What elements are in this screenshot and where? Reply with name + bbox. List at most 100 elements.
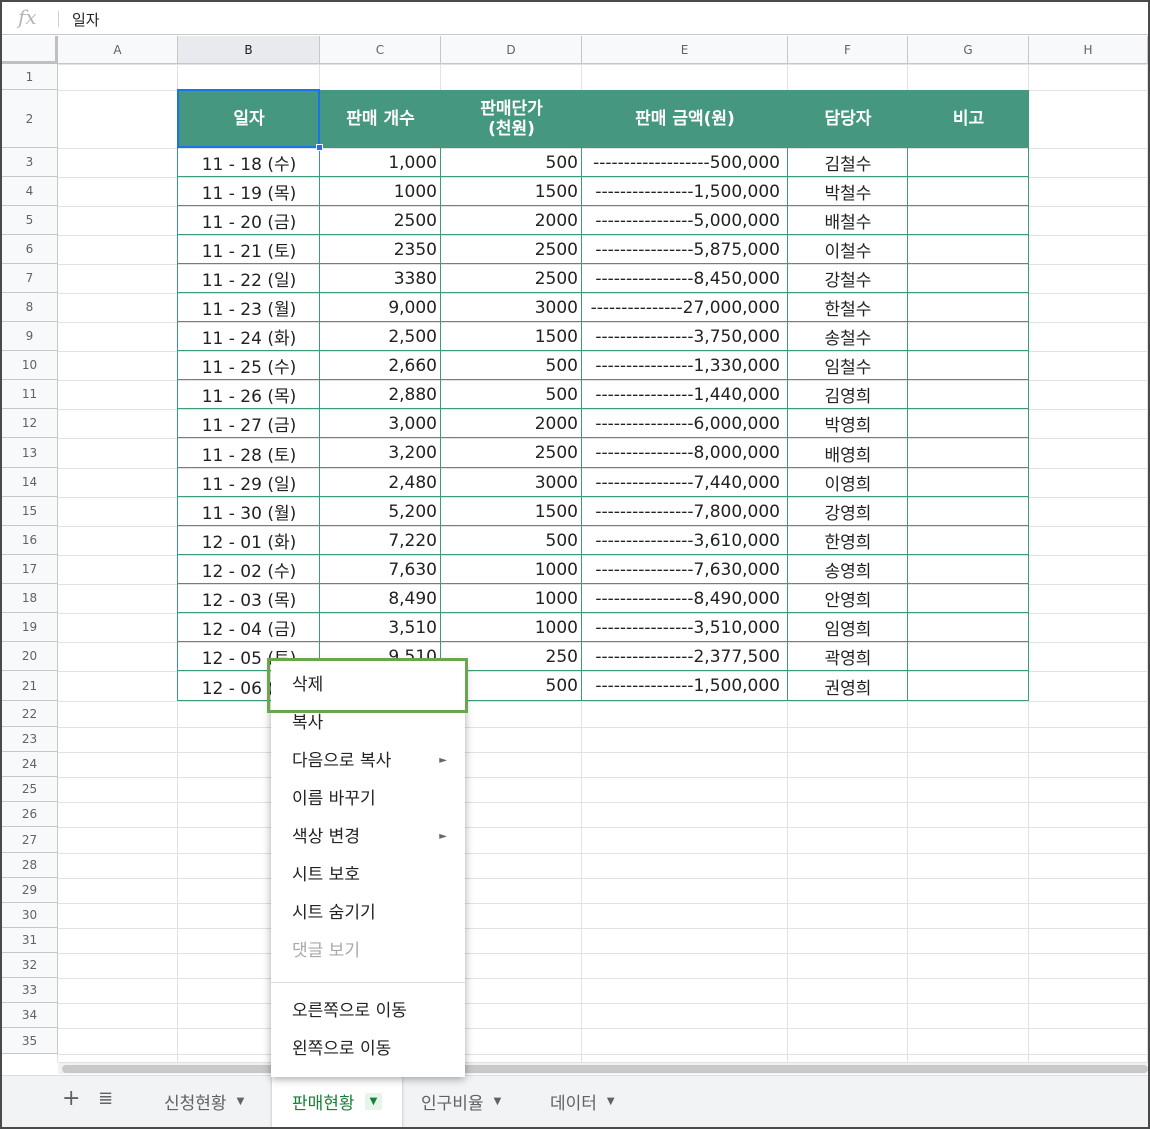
table-cell[interactable] [908,322,1029,351]
table-cell[interactable] [908,148,1029,177]
column-header-b[interactable]: B [178,36,320,64]
table-cell[interactable] [908,264,1029,293]
row-header-3[interactable]: 3 [2,148,58,177]
select-all-corner[interactable] [2,36,58,64]
menu-item[interactable]: 왼쪽으로 이동 [271,1030,465,1068]
table-cell[interactable]: 김영희 [788,380,908,409]
table-cell[interactable]: 임영희 [788,613,908,642]
row-header-14[interactable]: 14 [2,468,58,497]
table-cell[interactable]: 9,000 [320,293,441,322]
table-cell[interactable]: 11 - 21 (토) [178,235,320,264]
table-cell[interactable]: 권영희 [788,671,908,701]
menu-item[interactable]: 시트 보호 [271,856,465,894]
table-cell[interactable]: 11 - 22 (일) [178,264,320,293]
table-cell[interactable]: 이철수 [788,235,908,264]
sheet-tab[interactable]: 판매현황 ▼ [272,1076,403,1127]
table-cell[interactable]: 1500 [441,497,582,526]
table-cell[interactable]: 500 [441,148,582,177]
table-cell[interactable]: ----------------3,610,000 [582,526,788,555]
column-header-c[interactable]: C [320,36,441,64]
table-cell[interactable]: 11 - 25 (수) [178,351,320,380]
plus-icon[interactable]: + [62,1086,80,1111]
table-cell[interactable]: ----------------1,500,000 [582,671,788,701]
row-header-27[interactable]: 27 [2,827,58,853]
table-cell[interactable]: 배철수 [788,206,908,235]
table-cell[interactable]: 11 - 19 (목) [178,177,320,206]
table-cell[interactable]: 11 - 18 (수) [178,148,320,177]
table-cell[interactable] [908,555,1029,584]
table-cell[interactable]: ---------------27,000,000 [582,293,788,322]
table-cell[interactable]: 12 - 02 (수) [178,555,320,584]
row-header-35[interactable]: 35 [2,1028,58,1054]
table-header-cell[interactable]: 판매 개수 [320,90,441,148]
table-cell[interactable]: 3000 [441,468,582,497]
table-cell[interactable]: 박철수 [788,177,908,206]
row-header-12[interactable]: 12 [2,409,58,438]
table-cell[interactable]: 2,880 [320,380,441,409]
table-cell[interactable]: 1,000 [320,148,441,177]
table-cell[interactable]: ----------------1,330,000 [582,351,788,380]
table-cell[interactable]: 12 - 04 (금) [178,613,320,642]
sheet-tab[interactable]: 데이터 ▼ [530,1076,635,1127]
row-header-8[interactable]: 8 [2,293,58,322]
row-header-16[interactable]: 16 [2,526,58,555]
table-cell[interactable] [908,206,1029,235]
table-cell[interactable]: 2500 [441,264,582,293]
table-cell[interactable]: 7,220 [320,526,441,555]
table-cell[interactable]: 1000 [441,613,582,642]
table-cell[interactable]: 박영희 [788,409,908,438]
table-cell[interactable]: ----------------1,500,000 [582,177,788,206]
table-cell[interactable]: 임철수 [788,351,908,380]
row-header-15[interactable]: 15 [2,497,58,526]
table-cell[interactable]: ----------------6,000,000 [582,409,788,438]
table-cell[interactable]: ----------------1,440,000 [582,380,788,409]
table-cell[interactable]: ----------------5,875,000 [582,235,788,264]
table-cell[interactable]: ----------------5,000,000 [582,206,788,235]
table-cell[interactable]: 1000 [441,555,582,584]
table-header-cell[interactable]: 판매단가 (천원) [441,90,582,148]
column-header-a[interactable]: A [58,36,178,64]
menu-item[interactable]: 오른쪽으로 이동 [271,992,465,1030]
table-cell[interactable] [908,468,1029,497]
table-cell[interactable]: ----------------2,377,500 [582,642,788,671]
row-header-30[interactable]: 30 [2,903,58,928]
row-header-26[interactable]: 26 [2,802,58,827]
chevron-down-icon[interactable]: ▼ [607,1096,615,1107]
row-header-1[interactable]: 1 [2,64,58,90]
table-cell[interactable]: 2000 [441,206,582,235]
table-cell[interactable]: 11 - 29 (일) [178,468,320,497]
table-header-cell[interactable]: 판매 금액(원) [582,90,788,148]
table-cell[interactable]: 2,480 [320,468,441,497]
row-header-22[interactable]: 22 [2,701,58,727]
table-cell[interactable]: ----------------3,750,000 [582,322,788,351]
row-header-23[interactable]: 23 [2,727,58,752]
table-cell[interactable]: 송철수 [788,322,908,351]
row-header-6[interactable]: 6 [2,235,58,264]
table-cell[interactable]: 3,200 [320,438,441,468]
horizontal-scrollbar[interactable] [58,1062,1148,1074]
table-cell[interactable]: 이영희 [788,468,908,497]
menu-item[interactable]: 이름 바꾸기 [271,780,465,818]
table-cell[interactable]: 안영희 [788,584,908,613]
table-cell[interactable]: 2000 [441,409,582,438]
table-cell[interactable]: 11 - 26 (목) [178,380,320,409]
table-cell[interactable]: 11 - 30 (월) [178,497,320,526]
table-cell[interactable]: 11 - 23 (월) [178,293,320,322]
sheet-tab[interactable]: 인구비율 ▼ [401,1076,521,1127]
table-cell[interactable]: 한철수 [788,293,908,322]
column-header-h[interactable]: H [1029,36,1148,64]
table-cell[interactable]: 8,490 [320,584,441,613]
column-header-f[interactable]: F [788,36,908,64]
table-header-cell[interactable]: 비고 [908,90,1029,148]
table-cell[interactable] [908,409,1029,438]
column-header-e[interactable]: E [582,36,788,64]
table-cell[interactable]: 3000 [441,293,582,322]
table-cell[interactable]: 12 - 03 (목) [178,584,320,613]
row-header-19[interactable]: 19 [2,613,58,642]
table-cell[interactable] [908,438,1029,468]
table-cell[interactable]: ----------------7,630,000 [582,555,788,584]
table-cell[interactable]: ----------------8,000,000 [582,438,788,468]
row-header-33[interactable]: 33 [2,978,58,1003]
row-header-21[interactable]: 21 [2,671,58,701]
table-cell[interactable]: 곽영희 [788,642,908,671]
